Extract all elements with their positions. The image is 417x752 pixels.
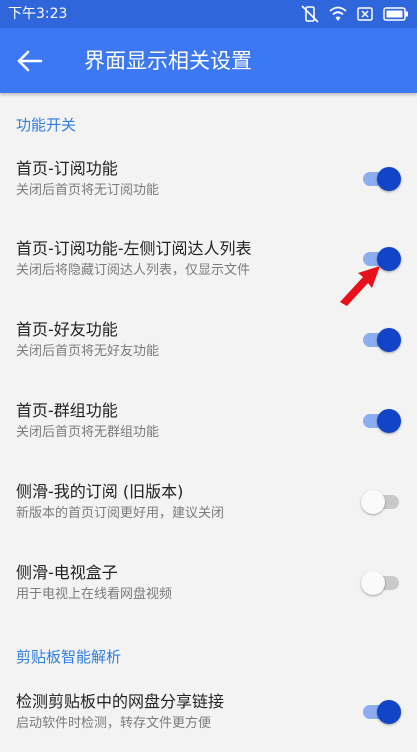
toggle-switch[interactable] [361,489,401,515]
toggle-thumb [377,167,401,191]
screen: 下午3:23 界面显示相关设置 功能开关 首页-订阅功能 关闭后首页将无订阅功能… [0,0,417,752]
toggle-thumb [377,328,401,352]
setting-title: 检测剪贴板中的网盘分享链接 [16,692,225,711]
app-bar: 界面显示相关设置 [0,28,417,93]
settings-list: 功能开关 首页-订阅功能 关闭后首页将无订阅功能 首页-订阅功能-左侧订阅达人列… [0,93,417,752]
page-title: 界面显示相关设置 [84,49,252,73]
toggle-thumb [361,490,385,514]
setting-row-home-subscription[interactable]: 首页-订阅功能 关闭后首页将无订阅功能 [0,148,417,226]
status-bar: 下午3:23 [0,0,417,28]
toggle-thumb [377,700,401,724]
setting-subtitle: 关闭后首页将无好友功能 [16,344,160,359]
sim-icon [357,7,373,21]
setting-row-drawer-tv-box[interactable]: 侧滑-电视盒子 用于电视上在线看网盘视频 [0,552,417,630]
setting-row-home-friends[interactable]: 首页-好友功能 关闭后首页将无好友功能 [0,309,417,387]
setting-title: 首页-好友功能 [16,320,118,339]
setting-subtitle: 新版本的首页订阅更好用，建议关闭 [16,506,225,521]
setting-subtitle: 关闭后将隐藏订阅达人列表，仅显示文件 [16,263,251,278]
toggle-switch[interactable] [361,166,401,192]
setting-subtitle: 启动软件时检测，转存文件更方便 [16,716,212,731]
setting-row-drawer-my-subscriptions[interactable]: 侧滑-我的订阅 (旧版本) 新版本的首页订阅更好用，建议关闭 [0,471,417,549]
toggle-thumb [377,409,401,433]
annotation-arrow-icon [340,266,380,306]
toggle-switch[interactable] [361,699,401,725]
setting-row-clipboard-share-link[interactable]: 检测剪贴板中的网盘分享链接 启动软件时检测，转存文件更方便 [0,681,417,752]
toggle-thumb [361,571,385,595]
toggle-switch[interactable] [361,408,401,434]
section-header-clipboard: 剪贴板智能解析 [16,648,122,666]
section-header-feature-toggles: 功能开关 [16,116,77,134]
toggle-switch[interactable] [361,327,401,353]
setting-row-home-groups[interactable]: 首页-群组功能 关闭后首页将无群组功能 [0,390,417,468]
setting-title: 首页-群组功能 [16,401,118,420]
wifi-icon [329,6,347,22]
back-arrow-icon [14,46,46,76]
setting-title: 侧滑-电视盒子 [16,563,118,582]
setting-title: 首页-订阅功能 [16,159,118,178]
vibrate-icon [301,5,319,23]
setting-subtitle: 关闭后首页将无群组功能 [16,425,160,440]
battery-icon [383,7,409,21]
toggle-switch[interactable] [361,570,401,596]
back-button[interactable] [14,46,46,76]
status-time: 下午3:23 [8,6,68,22]
setting-title: 侧滑-我的订阅 (旧版本) [16,482,184,501]
setting-title: 首页-订阅功能-左侧订阅达人列表 [16,239,252,258]
status-icons [301,4,409,24]
setting-subtitle: 用于电视上在线看网盘视频 [16,587,173,602]
setting-subtitle: 关闭后首页将无订阅功能 [16,183,160,198]
